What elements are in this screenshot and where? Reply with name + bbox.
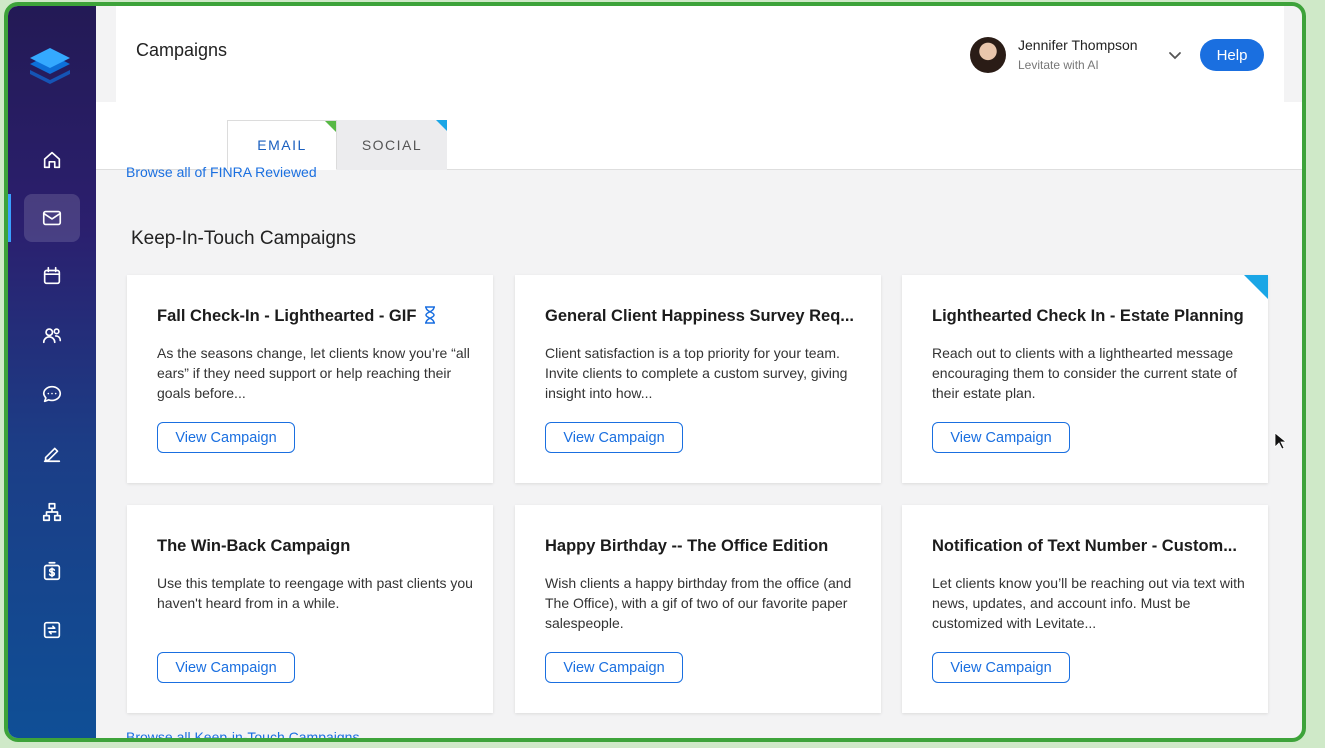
card-title: Happy Birthday -- The Office Edition [545, 537, 829, 555]
chat-icon [42, 385, 62, 403]
avatar[interactable] [970, 37, 1006, 73]
active-indicator [8, 194, 11, 242]
card-description: Reach out to clients with a lighthearted… [932, 345, 1238, 401]
user-name[interactable]: Jennifer Thompson [1018, 37, 1138, 53]
view-campaign-button[interactable]: View Campaign [157, 422, 295, 453]
card-title: Fall Check-In - Lighthearted - GIF [157, 307, 417, 325]
campaign-card: Notification of Text Number - Custom... … [902, 505, 1268, 713]
transfer-icon [43, 621, 61, 639]
help-button[interactable]: Help [1200, 39, 1264, 71]
nav-home[interactable] [24, 136, 80, 184]
campaign-card: The Win-Back Campaign Use this template … [127, 505, 493, 713]
user-subtitle: Levitate with AI [1018, 58, 1099, 72]
nav-org[interactable] [24, 488, 80, 536]
hourglass-icon [425, 306, 435, 324]
browse-finra-link[interactable]: Browse all of FINRA Reviewed [126, 164, 317, 180]
pen-icon [43, 447, 61, 463]
tab-social-label: SOCIAL [361, 137, 423, 153]
campaign-card: Fall Check-In - Lighthearted - GIF As th… [127, 275, 493, 483]
home-icon [43, 151, 61, 169]
view-campaign-button[interactable]: View Campaign [545, 422, 683, 453]
card-title: Notification of Text Number - Custom... [932, 537, 1237, 555]
card-description: Let clients know you’ll be reaching out … [932, 575, 1245, 631]
view-campaign-button[interactable]: View Campaign [157, 652, 295, 683]
app-window: Campaigns Jennifer Thompson Levitate wit… [4, 2, 1306, 742]
logo-icon[interactable] [28, 44, 72, 92]
card-description: Client satisfaction is a top priority fo… [545, 345, 848, 401]
contacts-icon [42, 328, 62, 344]
nav-campaigns[interactable] [24, 194, 80, 242]
money-icon [43, 561, 61, 581]
card-description: As the seasons change, let clients know … [157, 345, 470, 401]
browse-keep-in-touch-link[interactable]: Browse all Keep-in-Touch Campaigns [126, 729, 359, 738]
card-title: The Win-Back Campaign [157, 537, 351, 555]
page-title: Campaigns [136, 40, 228, 60]
campaign-card: Happy Birthday -- The Office Edition Wis… [515, 505, 881, 713]
view-campaign-button[interactable]: View Campaign [545, 652, 683, 683]
tab-email-corner-flag [325, 121, 336, 132]
view-campaign-button[interactable]: View Campaign [932, 422, 1070, 453]
header: Campaigns Jennifer Thompson Levitate wit… [116, 6, 1284, 102]
chevron-down-icon[interactable] [1166, 46, 1184, 64]
card-title: Lighthearted Check In - Estate Planning [932, 307, 1244, 325]
view-campaign-button[interactable]: View Campaign [932, 652, 1070, 683]
card-description: Use this template to reengage with past … [157, 575, 473, 611]
section-title: Keep-In-Touch Campaigns [131, 228, 356, 249]
mail-icon [42, 210, 62, 226]
nav-contacts[interactable] [24, 311, 80, 359]
campaign-card: Lighthearted Check In - Estate Planning … [902, 275, 1268, 483]
nav-billing[interactable] [24, 547, 80, 595]
tab-social-corner-flag [436, 120, 447, 131]
mouse-cursor-icon [1274, 432, 1286, 450]
nav-messages[interactable] [24, 370, 80, 418]
card-title: General Client Happiness Survey Req... [545, 307, 855, 325]
nav-compose[interactable] [24, 429, 80, 477]
nav-transfer[interactable] [24, 606, 80, 654]
tab-email-label: EMAIL [257, 137, 307, 153]
org-chart-icon [42, 502, 62, 522]
card-description: Wish clients a happy birthday from the o… [545, 575, 852, 631]
sidebar [8, 6, 96, 738]
tab-social[interactable]: SOCIAL [337, 120, 447, 170]
calendar-icon [43, 266, 61, 285]
card-corner-flag [1244, 275, 1268, 299]
tab-email[interactable]: EMAIL [227, 120, 337, 170]
nav-calendar[interactable] [24, 252, 80, 300]
tab-bar: EMAIL SOCIAL [96, 102, 1302, 170]
campaign-card: General Client Happiness Survey Req... C… [515, 275, 881, 483]
